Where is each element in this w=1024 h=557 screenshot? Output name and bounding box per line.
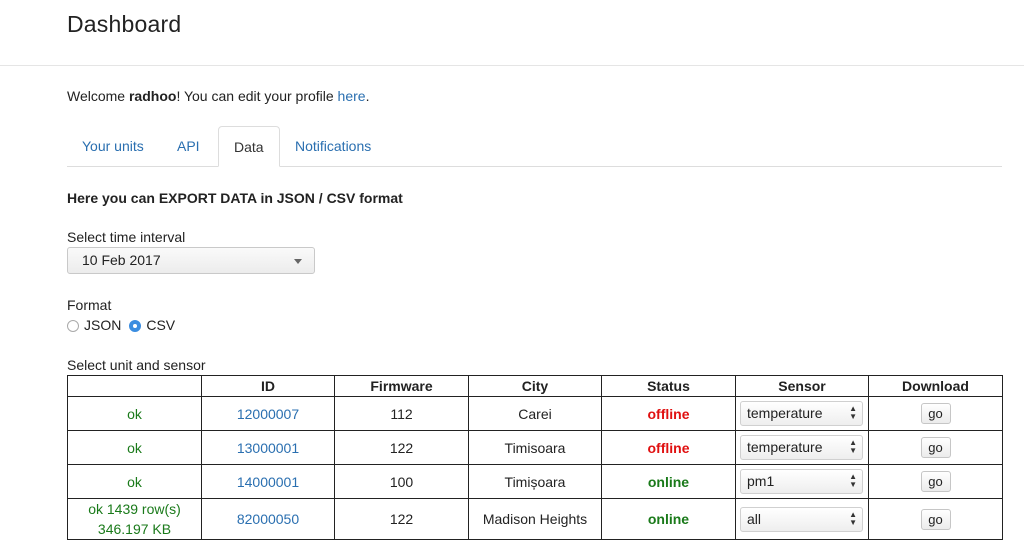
updown-arrows-icon: ▲ ▼ [849,438,857,455]
caret-down-icon [294,259,302,264]
city-cell: Timisoara [468,430,602,465]
go-button[interactable]: go [920,403,951,424]
id-cell: 82000050 [201,498,335,540]
id-cell: 12000007 [201,396,335,431]
city-cell: Timișoara [468,464,602,499]
city-cell: Carei [468,396,602,431]
sensor-select[interactable]: temperature ▲ ▼ [740,401,863,426]
table-row: ok 13000001 122 Timisoara offline temper… [67,430,1003,465]
updown-arrows-icon: ▲ ▼ [849,404,857,421]
tab-data[interactable]: Data [218,126,280,167]
result-cell: ok [67,396,202,431]
format-csv-label[interactable]: CSV [146,317,175,333]
download-cell: go [868,396,1003,431]
result-size: 346.197 KB [97,521,172,537]
units-table: ID Firmware City Status Sensor Download … [67,375,1003,540]
column-header-status: Status [601,375,736,397]
go-button[interactable]: go [920,437,951,458]
go-button[interactable]: go [920,508,951,530]
result-cell: ok [67,464,202,499]
format-radio-group: JSON CSV [67,317,183,335]
sensor-select[interactable]: pm1 ▲ ▼ [740,469,863,494]
welcome-suffix: . [365,88,370,104]
sensor-value: temperature [747,405,823,421]
result-text: ok [127,473,142,490]
time-interval-label: Select time interval [67,229,186,245]
sensor-value: temperature [747,439,823,455]
updown-arrows-icon: ▲ ▼ [849,472,857,489]
firmware-cell: 112 [334,396,469,431]
status-cell: offline [601,396,736,431]
unit-id-link[interactable]: 12000007 [237,406,299,422]
format-json-radio[interactable] [67,320,79,332]
export-title: Here you can EXPORT DATA in JSON / CSV f… [67,190,403,206]
sensor-cell: temperature ▲ ▼ [735,396,869,431]
tab-your-units[interactable]: Your units [67,126,159,166]
result-cell: ok [67,430,202,465]
format-label: Format [67,297,112,313]
page-title: Dashboard [67,11,182,37]
tab-notifications[interactable]: Notifications [280,126,386,166]
time-interval-value: 10 Feb 2017 [82,252,161,268]
welcome-message: Welcome radhoo! You can edit your profil… [67,88,369,104]
sensor-value: all [747,510,762,527]
result-text: ok 1439 row(s) [88,501,181,517]
table-header-row: ID Firmware City Status Sensor Download [67,375,1003,397]
download-cell: go [868,498,1003,540]
table-row: ok 1439 row(s) 346.197 KB 82000050 122 Ma… [67,498,1003,540]
status-cell: offline [601,430,736,465]
sensor-cell: all ▲ ▼ [735,498,869,540]
firmware-cell: 100 [334,464,469,499]
time-interval-select[interactable]: 10 Feb 2017 [67,247,315,274]
go-button[interactable]: go [920,471,951,492]
city-cell: Madison Heights [468,498,602,540]
edit-profile-link[interactable]: here [338,88,366,104]
unit-sensor-label: Select unit and sensor [67,357,206,373]
welcome-middle: ! You can edit your profile [176,88,338,104]
download-cell: go [868,464,1003,499]
sensor-value: pm1 [747,473,775,489]
status-cell: online [601,498,736,540]
status-cell: online [601,464,736,499]
table-row: ok 14000001 100 Timișoara online pm1 ▲ ▼ g… [67,464,1003,499]
unit-id-link[interactable]: 82000050 [237,511,299,527]
sensor-select[interactable]: all ▲ ▼ [740,506,863,532]
table-row: ok 12000007 112 Carei offline temperatur… [67,396,1003,431]
column-header-download: Download [868,375,1003,397]
column-header-id: ID [201,375,335,397]
format-json-label[interactable]: JSON [84,317,121,333]
column-header-firmware: Firmware [334,375,469,397]
tab-bar: Your units API Data Notifications [67,126,1002,167]
sensor-cell: temperature ▲ ▼ [735,430,869,465]
column-header-result [67,375,202,397]
sensor-select[interactable]: temperature ▲ ▼ [740,435,863,460]
unit-id-link[interactable]: 13000001 [237,440,299,456]
updown-arrows-icon: ▲ ▼ [849,509,857,527]
tab-api[interactable]: API [162,126,215,166]
unit-id-link[interactable]: 14000001 [237,474,299,490]
column-header-city: City [468,375,602,397]
download-cell: go [868,430,1003,465]
firmware-cell: 122 [334,498,469,540]
column-header-sensor: Sensor [735,375,869,397]
username: radhoo [128,88,177,104]
id-cell: 14000001 [201,464,335,499]
result-text: ok [127,439,142,456]
page-header: Dashboard [0,0,1024,66]
result-cell: ok 1439 row(s) 346.197 KB [67,498,202,540]
welcome-prefix: Welcome [67,88,129,104]
firmware-cell: 122 [334,430,469,465]
format-csv-radio[interactable] [129,320,142,332]
id-cell: 13000001 [201,430,335,465]
sensor-cell: pm1 ▲ ▼ [735,464,869,499]
result-text: ok [127,405,142,422]
